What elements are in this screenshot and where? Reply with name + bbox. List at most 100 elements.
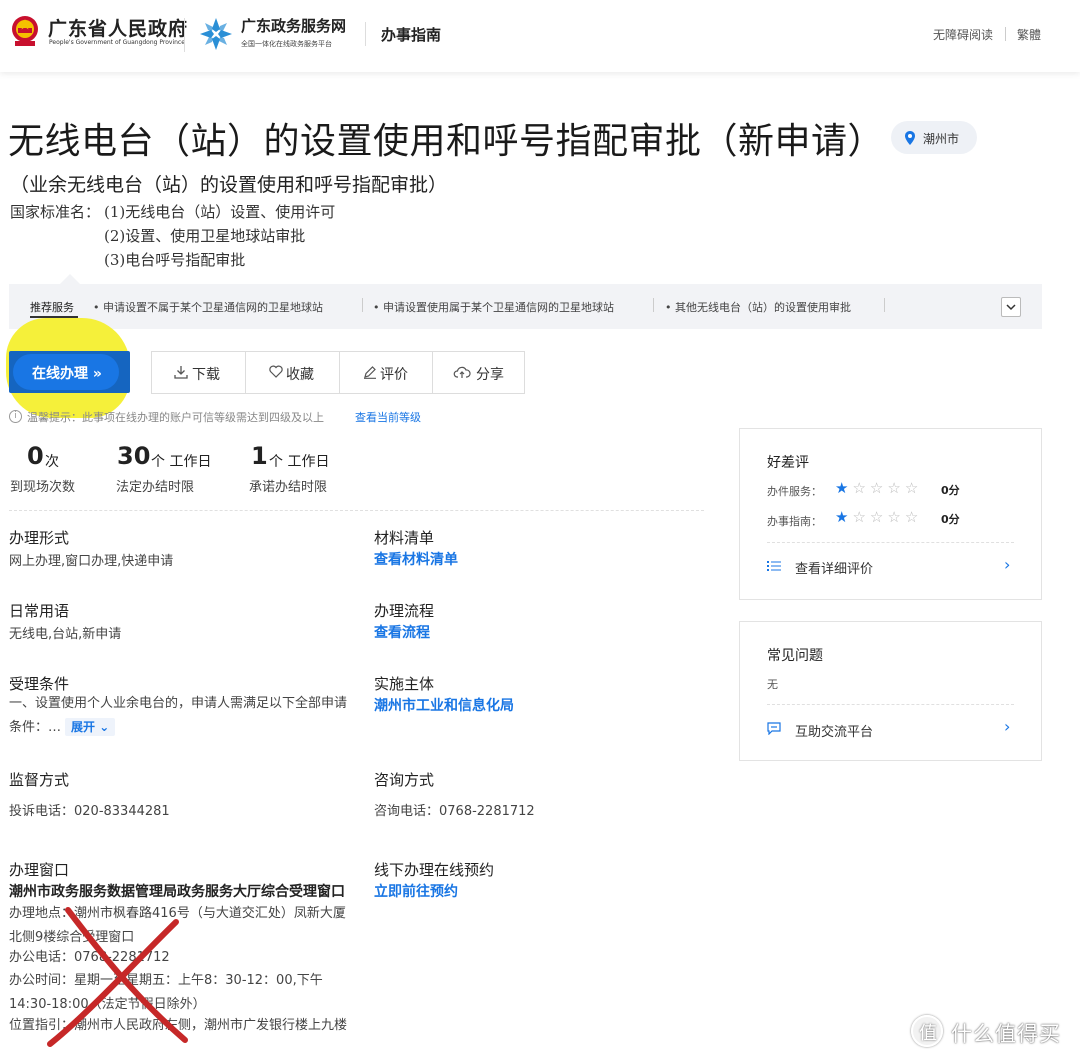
- site-header: 广东省人民政府 People's Government of Guangdong…: [0, 0, 1080, 72]
- star-icon: ☆: [852, 508, 866, 526]
- traditional-chinese-link[interactable]: 繁體: [1017, 26, 1041, 43]
- subject-link[interactable]: 潮州市工业和信息化局: [374, 695, 514, 715]
- materials-link[interactable]: 查看材料清单: [374, 549, 458, 569]
- conditions-value: 一、设置使用个人业余电台的，申请人需满足以下全部申请条件：… 展开 ⌄: [9, 696, 348, 736]
- standard-name-label: 国家标准名：: [10, 203, 101, 221]
- chat-icon: [767, 722, 781, 735]
- list-icon: [767, 561, 781, 571]
- faq-value: 无: [767, 678, 778, 691]
- service-subtitle: 全国一体化在线政务服务平台: [241, 40, 332, 48]
- process-heading: 办理流程: [374, 602, 435, 620]
- supervision-heading: 监督方式: [9, 771, 70, 789]
- chevron-down-icon: [1006, 304, 1016, 311]
- recommended-separator: [653, 298, 654, 312]
- header-divider: [365, 22, 366, 46]
- location-badge[interactable]: 潮州市: [891, 121, 977, 154]
- consult-value: 咨询电话：0768-2281712: [374, 804, 535, 819]
- star-icon: ☆: [852, 479, 866, 497]
- recommended-item[interactable]: • 申请设置不属于某个卫星通信网的卫星地球站: [93, 299, 323, 315]
- recommended-item[interactable]: • 其他无线电台（站）的设置使用审批: [665, 299, 851, 315]
- guide-title: 办事指南: [381, 26, 442, 44]
- favorite-button[interactable]: 收藏: [246, 352, 339, 393]
- legal-deadline-label: 法定办结时限: [116, 480, 195, 495]
- share-button[interactable]: 分享: [433, 352, 525, 393]
- download-icon: [174, 366, 188, 379]
- visit-count-value: 0: [27, 442, 44, 470]
- star-icon: ☆: [904, 479, 919, 497]
- star-icon: ☆: [887, 508, 901, 526]
- faq-panel: [739, 621, 1042, 761]
- booking-link[interactable]: 立即前往预约: [374, 881, 458, 901]
- tip-text: 温馨提示：此事项在线办理的账户可信等级需达到四级及以上: [27, 411, 324, 424]
- info-icon: i: [9, 410, 22, 423]
- subject-heading: 实施主体: [374, 675, 435, 693]
- promised-deadline-value: 1: [251, 442, 268, 470]
- review-button[interactable]: 评价: [340, 352, 433, 393]
- materials-heading: 材料清单: [374, 529, 435, 547]
- visit-count-unit: 次: [45, 454, 59, 470]
- check-level-link[interactable]: 查看当前等级: [355, 409, 421, 425]
- supervision-value: 投诉电话：020-83344281: [9, 804, 170, 819]
- online-apply-label[interactable]: 在线办理 »: [32, 363, 102, 383]
- guide-score: 0分: [941, 513, 960, 526]
- chevron-right-icon[interactable]: ›: [1004, 555, 1010, 574]
- promised-deadline-label: 承诺办结时限: [249, 480, 328, 495]
- watermark-text: 什么值得买: [951, 1022, 1061, 1046]
- legal-deadline-unit: 个 工作日: [151, 454, 212, 470]
- service-logo-icon: [200, 18, 232, 50]
- recommended-label: 推荐服务: [30, 301, 74, 314]
- community-platform-link[interactable]: 互助交流平台: [795, 721, 873, 740]
- gov-title[interactable]: 广东省人民政府: [48, 14, 188, 41]
- recommended-separator: [884, 298, 885, 312]
- faq-title: 常见问题: [767, 648, 823, 664]
- national-emblem-icon: [12, 16, 38, 46]
- terms-value: 无线电,台站,新申请: [9, 627, 122, 642]
- panel-divider: [767, 542, 1014, 543]
- standard-name-item: (3)电台呼号指配审批: [104, 251, 246, 269]
- visit-count-label: 到现场次数: [10, 480, 76, 495]
- page-title: 无线电台（站）的设置使用和呼号指配审批（新申请）: [8, 121, 885, 162]
- rating-title: 好差评: [767, 455, 809, 471]
- recommended-separator: [362, 298, 363, 312]
- header-divider: [184, 18, 185, 52]
- star-icon: ☆: [869, 479, 884, 497]
- star-icon: ★: [835, 479, 849, 497]
- recommended-expand-button[interactable]: [1001, 297, 1021, 317]
- edit-icon: [364, 366, 376, 379]
- service-title[interactable]: 广东政务服务网: [241, 15, 346, 36]
- star-icon: ☆: [869, 508, 884, 526]
- action-button-group: 下载 收藏 评价 分享: [151, 351, 525, 394]
- guide-rating-label: 办事指南：: [767, 515, 822, 528]
- download-button[interactable]: 下载: [152, 352, 245, 393]
- chevron-right-icon[interactable]: ›: [1004, 717, 1010, 736]
- conditions-heading: 受理条件: [9, 675, 70, 693]
- watermark-logo-icon: 值: [911, 1015, 943, 1047]
- panel-divider: [767, 704, 1014, 705]
- service-rating-stars: ★ ☆ ☆ ☆ ☆: [835, 481, 918, 496]
- stats-divider: [9, 510, 704, 511]
- heart-icon: [269, 365, 283, 378]
- form-value: 网上办理,窗口办理,快递申请: [9, 554, 174, 569]
- window-heading: 办理窗口: [9, 861, 70, 879]
- standard-name-item: (2)设置、使用卫星地球站审批: [104, 227, 306, 245]
- cross-annotation-icon: [47, 907, 188, 1047]
- accessibility-link[interactable]: 无障碍阅读: [933, 26, 993, 43]
- share-icon: [453, 366, 471, 378]
- standard-name-item: (1)无线电台（站）设置、使用许可: [104, 203, 336, 221]
- promised-deadline-unit: 个 工作日: [269, 454, 330, 470]
- header-divider: [1005, 27, 1006, 41]
- guide-rating-stars: ★ ☆ ☆ ☆ ☆: [835, 510, 918, 525]
- booking-heading: 线下办理在线预约: [374, 861, 495, 879]
- process-link[interactable]: 查看流程: [374, 622, 430, 642]
- star-icon: ★: [835, 508, 849, 526]
- recommended-pointer: [60, 274, 80, 284]
- sub-title: （业余无线电台（站）的设置使用和呼号指配审批）: [10, 174, 448, 196]
- star-icon: ☆: [904, 508, 919, 526]
- consult-heading: 咨询方式: [374, 771, 435, 789]
- expand-button[interactable]: 展开 ⌄: [65, 718, 116, 736]
- service-rating-label: 办件服务：: [767, 485, 822, 498]
- view-detail-review-link[interactable]: 查看详细评价: [795, 558, 873, 577]
- gov-subtitle: People's Government of Guangdong Provinc…: [49, 39, 185, 46]
- recommended-item[interactable]: • 申请设置使用属于某个卫星通信网的卫星地球站: [373, 299, 614, 315]
- window-name: 潮州市政务服务数据管理局政务服务大厅综合受理窗口: [9, 884, 345, 900]
